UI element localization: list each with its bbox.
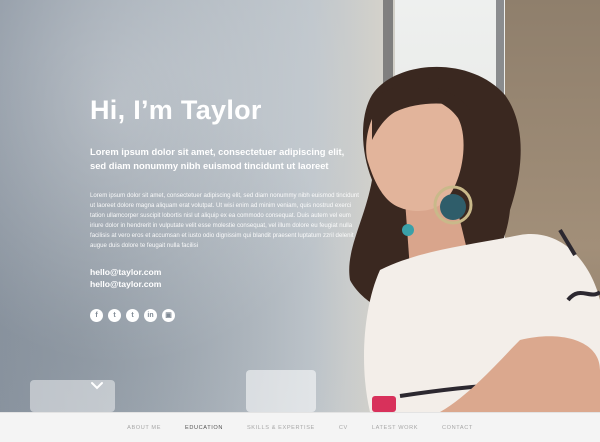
nav-item-about-me[interactable]: About me [115,425,173,431]
hero-body: Lorem ipsum dolor sit amet, consectetuer… [90,192,359,250]
hero-lead: Lorem ipsum dolor sit amet, consectetuer… [90,146,345,171]
contact-emails: hello@taylor.com hello@taylor.com [90,266,365,291]
nav-item-contact[interactable]: Contact [430,425,485,431]
email-link[interactable]: hello@taylor.com [90,278,365,291]
tumblr-icon[interactable]: t [126,308,139,322]
hero-content: Hi, I’m Taylor Lorem ipsum dolor sit ame… [90,95,365,322]
nav-item-cv[interactable]: CV [327,425,360,431]
chevron-down-icon[interactable] [90,381,104,391]
hero-section: Hi, I’m Taylor Lorem ipsum dolor sit ame… [0,0,600,412]
email-link[interactable]: hello@taylor.com [90,266,365,279]
facebook-icon[interactable]: f [90,308,103,322]
social-links: f t t in ▣ [90,308,365,322]
nav-item-skills-expertise[interactable]: Skills & Expertise [235,425,327,431]
nav-item-education[interactable]: Education [173,425,235,431]
twitter-icon[interactable]: t [108,308,121,322]
bottom-nav: About me Education Skills & Expertise CV… [0,412,600,442]
linkedin-icon[interactable]: in [144,308,157,322]
instagram-icon[interactable]: ▣ [162,308,175,322]
page-title: Hi, I’m Taylor [90,95,262,125]
nav-item-latest-work[interactable]: Latest work [360,425,430,431]
